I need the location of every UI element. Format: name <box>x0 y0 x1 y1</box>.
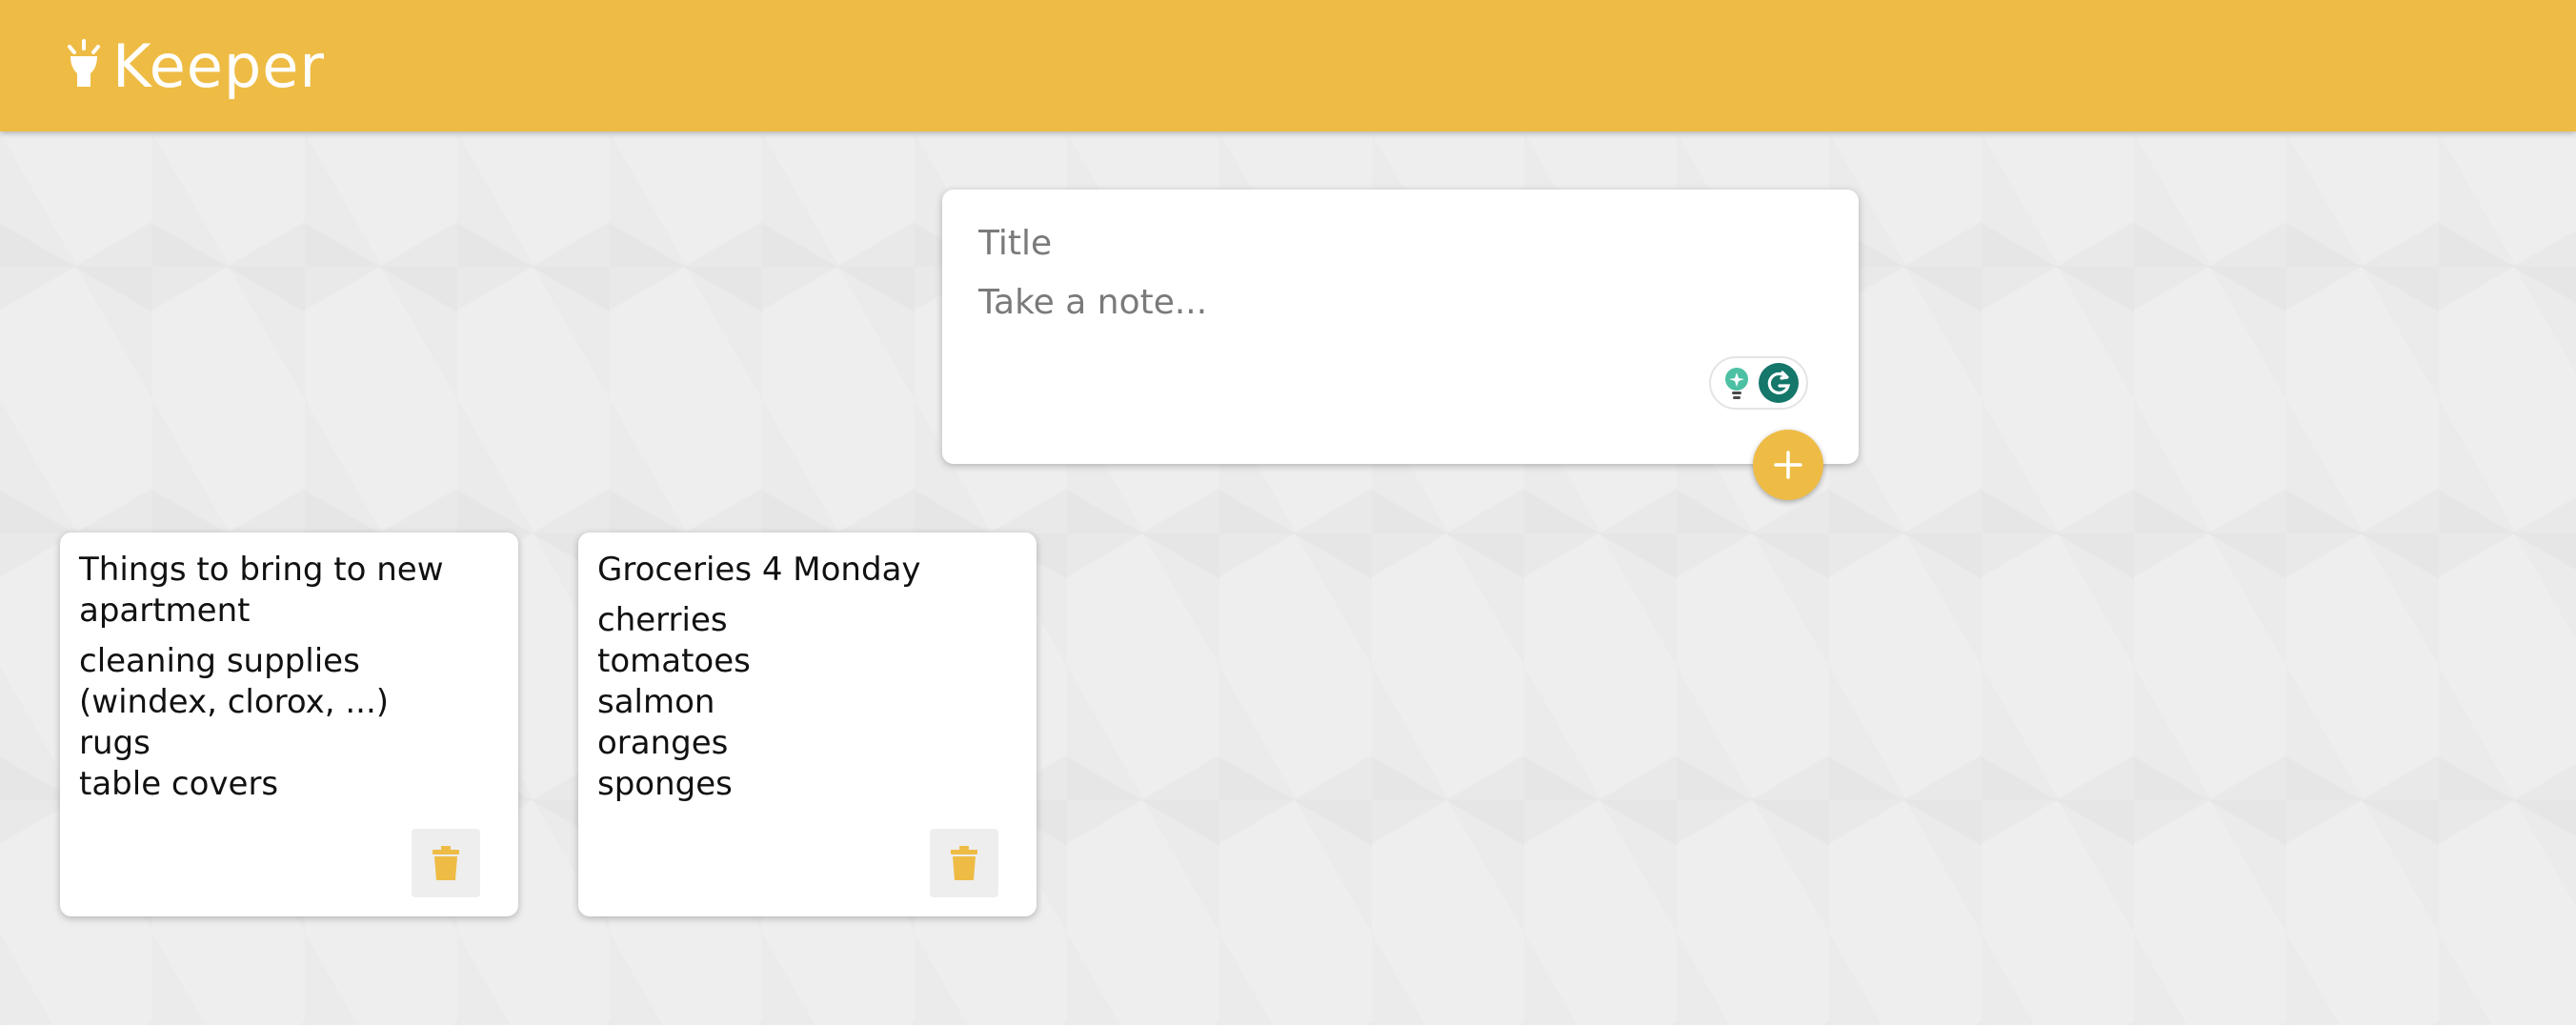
note-content-input[interactable] <box>978 283 1817 340</box>
note-line: salmon <box>597 683 715 721</box>
trash-icon <box>433 846 459 880</box>
app-header: Keeper <box>0 0 2576 131</box>
note-line: oranges <box>597 724 729 762</box>
app-title: Keeper <box>112 31 325 101</box>
note-card: Things to bring to new apartment cleanin… <box>60 533 518 916</box>
lightbulb-icon[interactable] <box>1719 364 1755 402</box>
grammarly-icon[interactable] <box>1759 363 1799 403</box>
note-line: sponges <box>597 765 733 803</box>
note-line: cherries <box>597 601 728 639</box>
app-logo: Keeper <box>65 29 325 105</box>
delete-note-button[interactable] <box>930 829 998 897</box>
note-content: cherries tomatoes salmon oranges sponges <box>597 600 1019 805</box>
note-title-input[interactable] <box>978 224 1817 263</box>
note-line: table covers <box>79 765 279 803</box>
note-content: cleaning supplies (windex, clorox, ...) … <box>79 641 501 805</box>
lightbulb-icon <box>68 39 100 87</box>
note-title: Groceries 4 Monday <box>597 551 921 589</box>
trash-icon <box>951 846 977 880</box>
note-line: cleaning supplies <box>79 642 360 680</box>
grammarly-widget[interactable] <box>1709 356 1808 410</box>
add-note-button[interactable] <box>1753 430 1823 500</box>
note-line: rugs <box>79 724 151 762</box>
note-title: Things to bring to new apartment <box>79 551 444 630</box>
note-line: tomatoes <box>597 642 751 680</box>
note-line: (windex, clorox, ...) <box>79 683 390 721</box>
plus-icon <box>1774 451 1802 479</box>
create-note-card <box>942 190 1859 500</box>
delete-note-button[interactable] <box>412 829 480 897</box>
note-card: Groceries 4 Monday cherries tomatoes sal… <box>578 533 1036 916</box>
